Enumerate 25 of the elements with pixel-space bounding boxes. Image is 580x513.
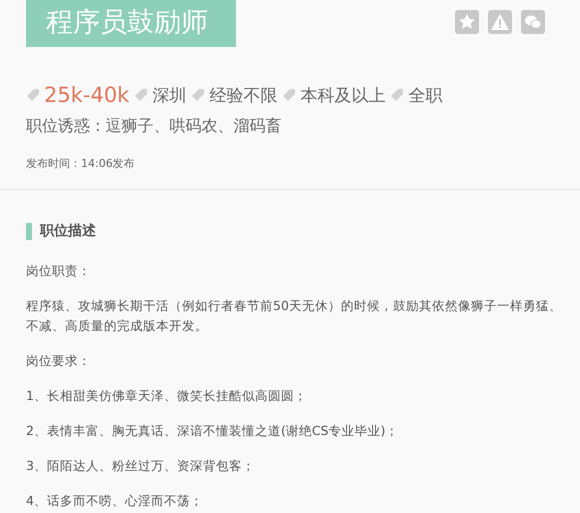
job-tag-text: 全职 xyxy=(408,84,442,106)
salary-text: 25k-40k xyxy=(44,83,130,107)
chat-bubbles-icon[interactable] xyxy=(521,10,545,34)
tag-icon xyxy=(134,88,148,102)
publish-time: 发布时间：14:06发布 xyxy=(26,156,136,171)
tag-icon xyxy=(191,88,206,102)
job-tag-text: 深圳 xyxy=(152,84,186,106)
section-marker xyxy=(26,222,32,240)
tag-icon xyxy=(390,88,404,102)
perks-text: 职位诱惑 : 逗狮子、哄码农、溜码畜 xyxy=(26,116,283,137)
job-tag-text: 经验不限 xyxy=(209,84,278,106)
tag-icon xyxy=(282,88,296,102)
paragraph-line: 岗位职责： xyxy=(26,262,92,280)
section-title: 职位描述 xyxy=(40,222,96,240)
paragraph-line: 1、长相甜美仿佛章天泽、微笑长挂酷似高圆圆； xyxy=(26,387,308,405)
paragraph-line: 2、表情丰富、胸无真话、深谙不懂装懂之道(谢绝CS专业毕业)； xyxy=(26,422,400,440)
paragraph-line: 4、话多而不唠、心淫而不荡； xyxy=(26,492,204,510)
warning-icon[interactable] xyxy=(488,10,512,34)
paragraph-line: 岗位要求： xyxy=(26,352,92,370)
paragraph-line: 程序猿、攻城狮长期干活（例如行者春节前50天无休）的时候，鼓励其依然像狮子一样勇猛、 xyxy=(26,297,563,315)
paragraph-line: 不减、高质量的完成版本开发。 xyxy=(26,317,209,335)
job-tag-text: 本科及以上 xyxy=(300,84,386,106)
paragraph-line: 3、陌陌达人、粉丝过万、资深背包客； xyxy=(26,457,256,475)
job-title-banner: 程序员鼓励师 xyxy=(26,0,236,47)
tag-icon xyxy=(26,88,40,102)
